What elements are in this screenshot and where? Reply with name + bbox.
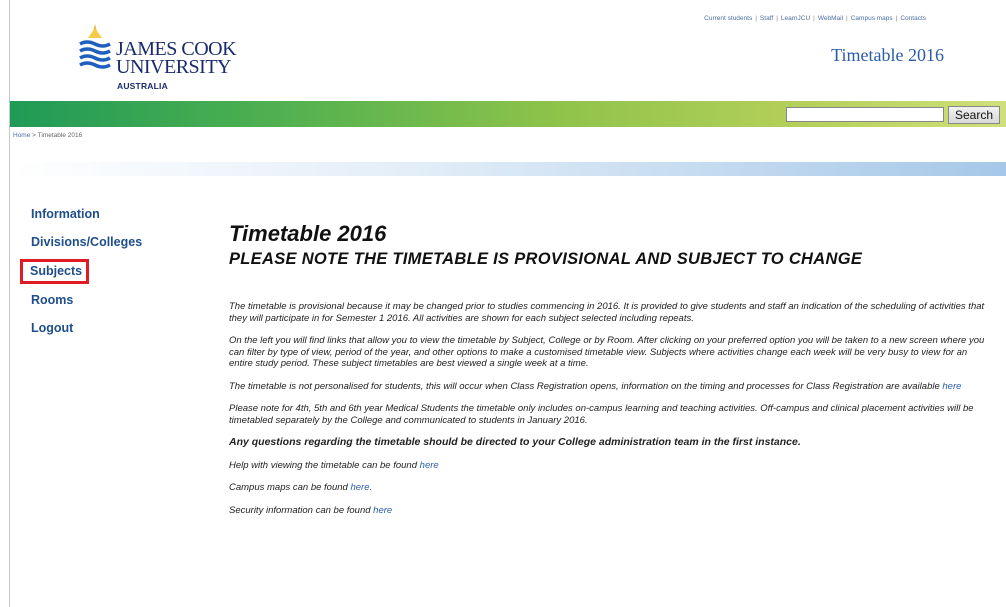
help-link[interactable]: here — [420, 460, 439, 471]
university-logo[interactable]: JAMES COOK UNIVERSITY AUSTRALIA — [78, 20, 238, 91]
sidebar-nav: Information Divisions/Colleges Subjects … — [20, 203, 142, 345]
help-paragraph: Help with viewing the timetable can be f… — [229, 460, 989, 472]
campus-maps-paragraph: Campus maps can be found here. — [229, 482, 989, 494]
link-campus-maps[interactable]: Campus maps — [851, 15, 893, 22]
campus-maps-link[interactable]: here. — [350, 482, 372, 493]
link-contacts[interactable]: Contacts — [900, 15, 926, 22]
search-input[interactable] — [786, 107, 944, 122]
link-current-students[interactable]: Current students — [704, 15, 752, 22]
breadcrumb-current: Timetable 2016 — [37, 132, 83, 139]
page-title: Timetable 2016 — [229, 221, 387, 246]
logo-name-line2: UNIVERSITY — [116, 56, 232, 78]
questions-paragraph: Any questions regarding the timetable sh… — [229, 436, 801, 448]
security-link[interactable]: here — [373, 505, 392, 516]
help-text: Help with viewing the timetable can be f… — [229, 459, 418, 471]
page-left-border — [9, 0, 10, 607]
link-webmail[interactable]: WebMail — [818, 15, 843, 22]
intro-paragraph: The timetable is provisional because it … — [229, 301, 985, 324]
sidebar-item-information[interactable]: Information — [30, 203, 142, 231]
logo-name: JAMES COOK UNIVERSITY — [116, 39, 237, 78]
page-subtitle: PLEASE NOTE THE TIMETABLE IS PROVISIONAL… — [229, 250, 863, 268]
search-button[interactable]: Search — [948, 106, 1000, 124]
campus-maps-text: Campus maps can be found — [229, 482, 348, 493]
navigation-paragraph: On the left you will find links that all… — [229, 335, 985, 369]
security-paragraph: Security information can be found here — [229, 505, 989, 517]
breadcrumb: Home > Timetable 2016 — [13, 132, 82, 139]
link-learnjcu[interactable]: LearnJCU — [781, 15, 810, 22]
security-text: Security information can be found — [229, 504, 371, 516]
main-content: Timetable 2016 PLEASE NOTE THE TIMETABLE… — [229, 221, 989, 516]
link-staff[interactable]: Staff — [760, 15, 773, 22]
breadcrumb-home[interactable]: Home — [13, 132, 30, 139]
sidebar-item-divisions-colleges[interactable]: Divisions/Colleges — [30, 231, 142, 259]
sidebar-item-subjects[interactable]: Subjects — [20, 259, 89, 284]
decorative-blue-bar — [10, 162, 1006, 176]
sidebar-item-logout[interactable]: Logout — [30, 317, 142, 345]
logo-country: AUSTRALIA — [117, 81, 168, 91]
top-utility-links: Current students | Staff | LearnJCU | WebMail |… — [704, 15, 926, 22]
breadcrumb-separator: > — [32, 132, 36, 139]
personalisation-paragraph: The timetable is not personalised for st… — [229, 381, 989, 393]
jcu-logo-icon — [79, 24, 111, 69]
personalisation-text: The timetable is not personalised for st… — [229, 380, 940, 392]
medical-students-paragraph: Please note for 4th, 5th and 6th year Me… — [229, 403, 974, 426]
site-title: Timetable 2016 — [831, 45, 944, 65]
sidebar-item-rooms[interactable]: Rooms — [30, 289, 142, 317]
class-registration-link[interactable]: here — [942, 381, 961, 392]
